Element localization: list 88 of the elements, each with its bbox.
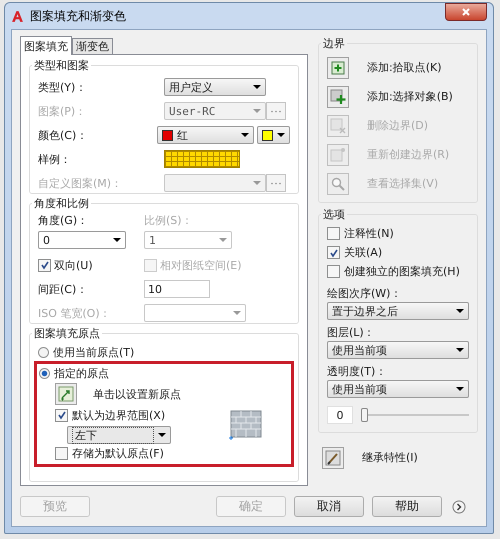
group-title: 选项 (322, 207, 346, 222)
caret-icon (253, 109, 261, 113)
checkbox-label: 双向(U) (54, 258, 93, 272)
field-label: 样例： (38, 152, 72, 166)
checkbox[interactable] (327, 246, 340, 259)
checkbox[interactable] (38, 258, 51, 272)
group-title: 图案填充原点 (33, 326, 101, 341)
chevron-icon (452, 500, 466, 514)
caret-icon (219, 238, 227, 242)
caret-icon (113, 238, 121, 242)
tab[interactable]: 图案填充 (20, 36, 72, 55)
dropdown[interactable]: 置于边界之后 (327, 302, 469, 320)
button-label: 添加:选择对象(B) (367, 89, 453, 104)
caret-icon (253, 85, 261, 89)
set-origin-button[interactable] (55, 383, 77, 405)
dropdown[interactable]: 使用当前项 (327, 341, 469, 359)
boundary-button[interactable] (327, 86, 349, 108)
checkbox-label: 关联(A) (344, 245, 382, 260)
slider-thumb[interactable] (361, 408, 368, 422)
plus-icon (330, 60, 346, 76)
radio-label: 使用当前原点(T) (53, 344, 134, 360)
field-label: 自定义图案(M)： (38, 176, 124, 190)
field-label: 图案(P)： (38, 104, 88, 118)
brush-icon (325, 450, 341, 466)
app-logo-icon (11, 10, 24, 22)
caret-icon (241, 133, 249, 137)
dialog-button[interactable]: 取消 (294, 496, 364, 517)
checkbox-label: 相对图纸空间(E) (160, 258, 242, 272)
dropdown[interactable]: 左下 (67, 426, 171, 444)
square-plus-icon (330, 88, 346, 104)
button-label: 查看选择集(V) (367, 176, 438, 191)
caret-icon (456, 387, 464, 391)
square-dot-icon (330, 146, 346, 162)
dropdown[interactable] (257, 126, 290, 144)
dropdown[interactable]: 红 (157, 126, 254, 144)
button-label: 重新创建边界(R) (367, 147, 450, 162)
checkbox-label: 默认为边界范围(X) (72, 408, 166, 422)
button-label: 添加:拾取点(K) (367, 60, 442, 75)
input-field[interactable]: 0 (327, 406, 353, 424)
group-title: 类型和图案 (33, 58, 90, 73)
caret-icon (456, 309, 464, 313)
radio-button[interactable] (38, 346, 49, 358)
more-options-button[interactable] (450, 498, 468, 516)
checkbox[interactable] (327, 265, 340, 278)
dropdown[interactable]: 使用当前项 (327, 380, 469, 398)
checkbox-label: 存储为默认原点(F) (72, 446, 164, 460)
button-label: 删除边界(D) (367, 118, 428, 133)
radio-label: 指定的原点 (54, 366, 109, 380)
caret-icon (456, 348, 464, 352)
inherit-button[interactable] (322, 446, 344, 468)
field-label: 角度(G)： (38, 213, 88, 228)
caret-icon (158, 433, 166, 437)
window-title: 图案填充和渐变色 (30, 8, 127, 24)
square-cross-icon (330, 118, 346, 134)
group-title: 边界 (322, 36, 346, 51)
field-label: 图层(L)： (327, 325, 376, 340)
checkbox[interactable] (327, 227, 340, 240)
field-label: 透明度(T)： (327, 364, 388, 379)
input-field[interactable]: 10 (144, 280, 210, 298)
boundary-button[interactable] (327, 56, 349, 78)
dropdown[interactable]: 0 (38, 231, 126, 249)
tab[interactable]: 渐变色 (72, 38, 113, 54)
checkbox[interactable] (55, 446, 68, 460)
close-button[interactable] (445, 3, 487, 21)
field-label: 类型(Y)： (38, 80, 88, 94)
pattern-sample[interactable] (164, 150, 240, 168)
ellipsis-icon (270, 182, 282, 184)
checkbox-label: 注释性(N) (344, 226, 394, 241)
ellipsis-icon (270, 110, 282, 112)
radio-button[interactable] (39, 368, 50, 378)
group-title: 角度和比例 (33, 196, 90, 211)
checkbox[interactable] (55, 408, 68, 422)
field-label: ISO 笔宽(O)： (38, 306, 112, 320)
button-label: 继承特性(I) (362, 450, 418, 465)
field-label: 颜色(C)： (38, 128, 88, 142)
search-icon (330, 176, 346, 192)
close-icon (461, 7, 471, 17)
field-label: 绘图次序(W)： (327, 286, 402, 301)
field-label: 比例(S)： (144, 213, 193, 228)
set-origin-label: 单击以设置新原点 (93, 386, 181, 402)
checkbox-label: 创建独立的图案填充(H) (344, 264, 460, 279)
caret-icon (277, 133, 285, 137)
caret-icon (253, 181, 261, 185)
dialog-button[interactable]: 帮助 (372, 496, 442, 517)
caret-icon (233, 311, 241, 315)
dropdown[interactable]: 用户定义 (164, 78, 266, 96)
field-label: 间距(C)： (38, 282, 88, 296)
brick-wall-icon (229, 409, 263, 441)
